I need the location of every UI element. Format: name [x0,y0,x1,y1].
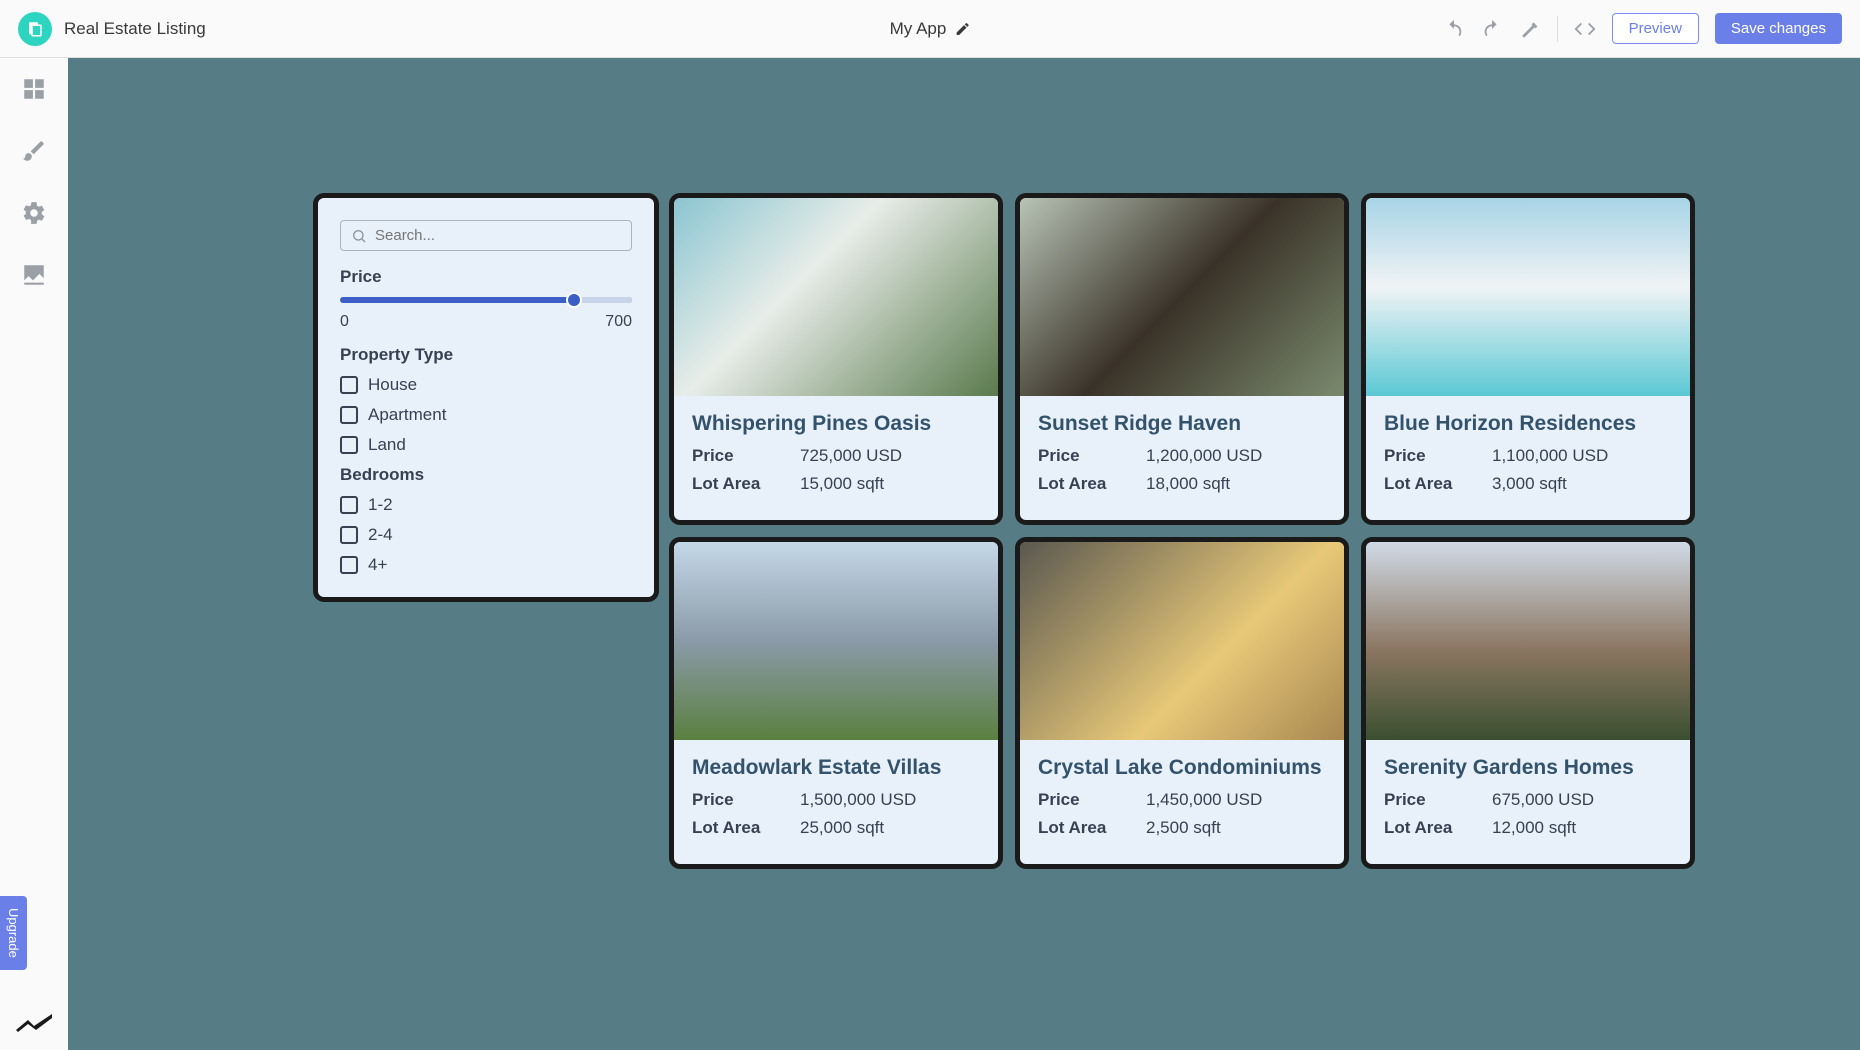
price-value: 1,100,000 USD [1492,446,1608,466]
lot-value: 18,000 sqft [1146,474,1230,494]
price-min: 0 [340,313,349,331]
price-key: Price [1038,790,1146,810]
toolbar-divider [1557,16,1558,42]
price-label: Price [340,267,632,287]
upgrade-button[interactable]: Upgrade [0,896,27,970]
listing-title: Crystal Lake Condominiums [1038,756,1326,780]
app-name[interactable]: My App [890,19,947,39]
price-slider[interactable] [340,297,632,303]
page-title: Real Estate Listing [64,19,206,39]
lot-key: Lot Area [692,474,800,494]
lot-key: Lot Area [1038,818,1146,838]
lot-value: 25,000 sqft [800,818,884,838]
app-logo [18,12,52,46]
listing-image [674,198,998,396]
search-icon [351,228,367,244]
canvas: Price 0 700 Property Type House Apartmen… [68,58,1860,1050]
listing-card[interactable]: Blue Horizon Residences Price1,100,000 U… [1366,198,1690,520]
listing-title: Meadowlark Estate Villas [692,756,980,780]
listing-title: Sunset Ridge Haven [1038,412,1326,436]
search-box[interactable] [340,220,632,251]
listing-image [1020,542,1344,740]
lot-value: 15,000 sqft [800,474,884,494]
listings-grid: Whispering Pines Oasis Price725,000 USD … [674,198,1690,864]
filter-panel: Price 0 700 Property Type House Apartmen… [318,198,654,597]
preview-button[interactable]: Preview [1612,13,1699,44]
checkbox-bed-4plus[interactable] [340,556,358,574]
lot-value: 2,500 sqft [1146,818,1221,838]
checkbox-label: Land [368,435,406,455]
redo-icon[interactable] [1481,18,1503,40]
bedrooms-label: Bedrooms [340,465,632,485]
hammer-icon[interactable] [1519,18,1541,40]
listing-card[interactable]: Sunset Ridge Haven Price1,200,000 USD Lo… [1020,198,1344,520]
listing-title: Blue Horizon Residences [1384,412,1672,436]
listing-image [1020,198,1344,396]
price-value: 675,000 USD [1492,790,1594,810]
code-icon[interactable] [1574,18,1596,40]
listing-card[interactable]: Whispering Pines Oasis Price725,000 USD … [674,198,998,520]
price-key: Price [1384,446,1492,466]
price-value: 1,450,000 USD [1146,790,1262,810]
chart-icon[interactable] [21,262,47,288]
brush-icon[interactable] [21,138,47,164]
checkbox-apartment[interactable] [340,406,358,424]
listing-title: Whispering Pines Oasis [692,412,980,436]
listing-card[interactable]: Serenity Gardens Homes Price675,000 USD … [1366,542,1690,864]
price-key: Price [692,446,800,466]
edit-icon[interactable] [954,21,970,37]
lot-value: 3,000 sqft [1492,474,1567,494]
price-key: Price [1038,446,1146,466]
checkbox-label: Apartment [368,405,446,425]
checkbox-bed-2-4[interactable] [340,526,358,544]
gear-icon[interactable] [21,200,47,226]
left-rail: Upgrade [0,58,68,1050]
lot-key: Lot Area [1384,818,1492,838]
checkbox-label: 2-4 [368,525,393,545]
property-type-label: Property Type [340,345,632,365]
checkbox-label: 1-2 [368,495,393,515]
rail-mascot-icon [14,1012,54,1036]
listing-card[interactable]: Crystal Lake Condominiums Price1,450,000… [1020,542,1344,864]
checkbox-label: 4+ [368,555,387,575]
checkbox-label: House [368,375,417,395]
save-changes-button[interactable]: Save changes [1715,13,1842,44]
lot-key: Lot Area [692,818,800,838]
checkbox-bed-1-2[interactable] [340,496,358,514]
price-max: 700 [605,313,632,331]
price-key: Price [1384,790,1492,810]
checkbox-land[interactable] [340,436,358,454]
undo-icon[interactable] [1443,18,1465,40]
grid-icon[interactable] [21,76,47,102]
lot-key: Lot Area [1384,474,1492,494]
checkbox-house[interactable] [340,376,358,394]
listing-image [674,542,998,740]
top-toolbar: Real Estate Listing My App Preview Save … [0,0,1860,58]
price-value: 725,000 USD [800,446,902,466]
listing-image [1366,542,1690,740]
price-slider-thumb[interactable] [566,292,582,308]
price-value: 1,200,000 USD [1146,446,1262,466]
listing-card[interactable]: Meadowlark Estate Villas Price1,500,000 … [674,542,998,864]
search-input[interactable] [375,227,621,244]
lot-key: Lot Area [1038,474,1146,494]
listing-title: Serenity Gardens Homes [1384,756,1672,780]
listing-image [1366,198,1690,396]
price-value: 1,500,000 USD [800,790,916,810]
lot-value: 12,000 sqft [1492,818,1576,838]
price-key: Price [692,790,800,810]
